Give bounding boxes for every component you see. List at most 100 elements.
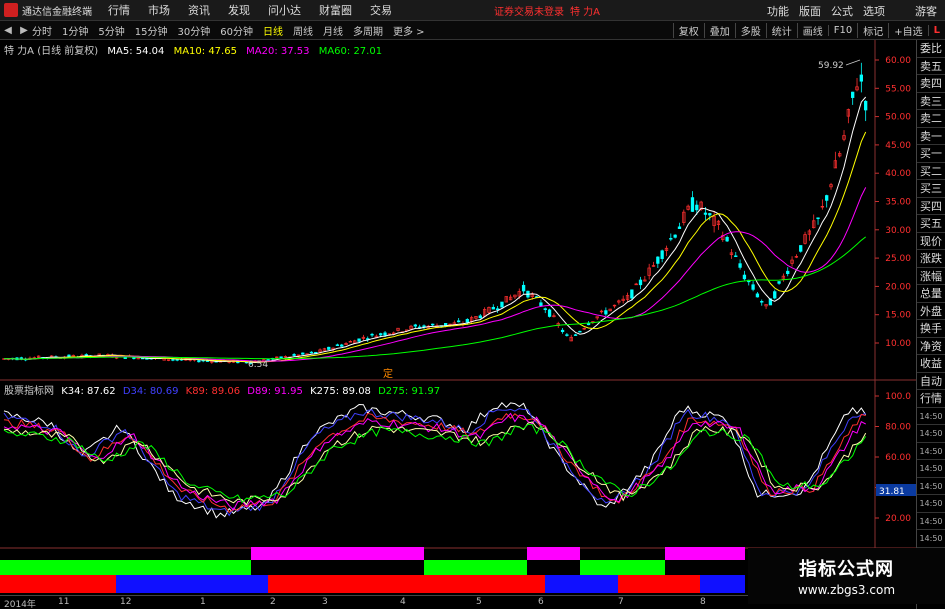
candle-body (742, 274, 747, 280)
tab-60min[interactable]: 60分钟 (220, 23, 253, 38)
candle-body (690, 197, 695, 212)
right-tab-item[interactable]: 自动 (917, 373, 945, 390)
signal-bar (0, 575, 116, 593)
menu-formula[interactable]: 公式 (831, 3, 853, 19)
right-quote-panel: 委比 卖五 卖四 卖三 卖二 卖一 买一 买二 买三 买四 买五 现价 涨跌 涨幅 总量 外盘 换手 净资 收益 自动… (916, 40, 945, 609)
tab-daily[interactable]: 日线 (263, 23, 283, 38)
menu-market[interactable]: 行情 (108, 2, 130, 18)
candle-body (413, 324, 417, 327)
candle-body (695, 204, 699, 211)
ind-tick-label: 100.0 (885, 392, 911, 402)
candle-body (84, 354, 88, 356)
right-tab-item[interactable]: 14:50 (917, 513, 945, 530)
candle-body (859, 74, 863, 82)
candle-body (560, 329, 565, 333)
ma5-label: MA5: 54.04 (107, 46, 165, 57)
mark-button[interactable]: 标记 (857, 22, 888, 38)
right-tab-item[interactable]: 14:50 (917, 530, 945, 548)
candle-body (547, 309, 552, 317)
right-tab-item[interactable]: 14:50 (917, 408, 945, 425)
tab-multi-period[interactable]: 多周期 (353, 23, 383, 38)
right-tab-item[interactable]: 卖四 (917, 75, 945, 93)
price-tick-label: 30.00 (885, 226, 911, 236)
candle-body (292, 354, 296, 356)
draw-button[interactable]: 画线 (796, 22, 828, 38)
right-tab-item[interactable]: 14:50 (917, 495, 945, 513)
chart-canvas[interactable]: 60.00 55.00 50.00 45.00 40.00 35.00 30.00 25.00… (0, 40, 916, 609)
d275-label: D275: 91.97 (378, 386, 441, 397)
right-tab-item[interactable]: 买五 (917, 215, 945, 233)
right-tab-item[interactable]: 卖二 (917, 110, 945, 128)
date-tick-label: 6 (538, 597, 544, 607)
signal-bar (424, 560, 527, 575)
candle-body (543, 308, 547, 311)
menu-news[interactable]: 资讯 (188, 2, 210, 18)
candle-body (171, 359, 175, 361)
right-tab-item[interactable]: 14:50 (917, 425, 945, 443)
menu-options[interactable]: 选项 (863, 3, 885, 19)
candle-body (500, 301, 504, 308)
menu-exchange[interactable]: 市场 (148, 2, 170, 18)
watermark-url: www.zbgs3.com (797, 583, 896, 597)
menu-function[interactable]: 功能 (767, 3, 789, 19)
tab-more[interactable]: 更多 > (393, 23, 425, 38)
price-tick-label: 40.00 (885, 169, 911, 179)
right-tab-item[interactable]: 卖三 (917, 93, 945, 110)
tab-30min[interactable]: 30分钟 (177, 23, 210, 38)
candle-body (677, 226, 682, 229)
add-watchlist-button[interactable]: +自选 (888, 22, 927, 38)
right-tab-item[interactable]: 收益 (917, 355, 945, 373)
tab-5min[interactable]: 5分钟 (98, 23, 124, 38)
right-tab-item[interactable]: 买四 (917, 198, 945, 215)
candle-body (383, 332, 387, 336)
right-tab-item[interactable]: 现价 (917, 233, 945, 250)
forward-icon[interactable]: ▶ (18, 25, 30, 36)
right-tab-item[interactable]: 总量 (917, 285, 945, 303)
tab-1min[interactable]: 1分钟 (62, 23, 88, 38)
menu-ask[interactable]: 问小达 (268, 2, 301, 18)
corner-l[interactable]: L (927, 24, 945, 36)
back-icon[interactable]: ◀ (2, 25, 14, 36)
menu-wealth[interactable]: 财富圈 (319, 2, 352, 18)
right-tab-item[interactable]: 换手 (917, 320, 945, 338)
signal-bar (251, 547, 424, 560)
right-tab-item[interactable]: 涨幅 (917, 268, 945, 285)
date-tick-label: 8 (700, 597, 706, 607)
ma10-line (3, 131, 867, 363)
right-tab-item[interactable]: 卖一 (917, 128, 945, 145)
right-tab-item[interactable]: 买三 (917, 180, 945, 198)
login-notice[interactable]: 证券交易未登录 (494, 3, 564, 18)
tab-intraday[interactable]: 分时 (32, 23, 52, 38)
candle-body (301, 352, 305, 355)
right-tab-item[interactable]: 外盘 (917, 303, 945, 320)
date-tick-label: 4 (400, 597, 406, 607)
right-tab-item[interactable]: 买二 (917, 163, 945, 180)
adjust-button[interactable]: 复权 (672, 22, 704, 38)
right-tab-item[interactable]: 卖五 (917, 58, 945, 75)
guest-label[interactable]: 游客 (915, 3, 937, 19)
candle-body (799, 245, 803, 252)
f10-button[interactable]: F10 (827, 24, 857, 36)
overlay-button[interactable]: 叠加 (703, 22, 735, 38)
tab-15min[interactable]: 15分钟 (135, 23, 168, 38)
tab-weekly[interactable]: 周线 (293, 23, 313, 38)
watermark: 指标公式网 www.zbgs3.com (748, 548, 945, 604)
stats-button[interactable]: 统计 (765, 22, 797, 38)
right-tab-item[interactable]: 14:50 (917, 478, 945, 495)
right-tab-item[interactable]: 行情 (917, 390, 945, 408)
menu-layout[interactable]: 版面 (799, 3, 821, 19)
candle-body (422, 325, 426, 328)
ma20-line (3, 187, 867, 362)
menu-trade[interactable]: 交易 (370, 2, 392, 18)
tab-monthly[interactable]: 月线 (323, 23, 343, 38)
candle-body (825, 195, 829, 201)
menu-discover[interactable]: 发现 (228, 2, 250, 18)
right-tab-item[interactable]: 净资 (917, 338, 945, 355)
multi-stock-button[interactable]: 多股 (734, 22, 766, 38)
right-tab-item[interactable]: 买一 (917, 145, 945, 163)
candle-body (309, 351, 314, 354)
right-tab-item[interactable]: 委比 (917, 40, 945, 58)
right-tab-item[interactable]: 14:50 (917, 460, 945, 478)
right-tab-item[interactable]: 14:50 (917, 443, 945, 460)
right-tab-item[interactable]: 涨跌 (917, 250, 945, 268)
